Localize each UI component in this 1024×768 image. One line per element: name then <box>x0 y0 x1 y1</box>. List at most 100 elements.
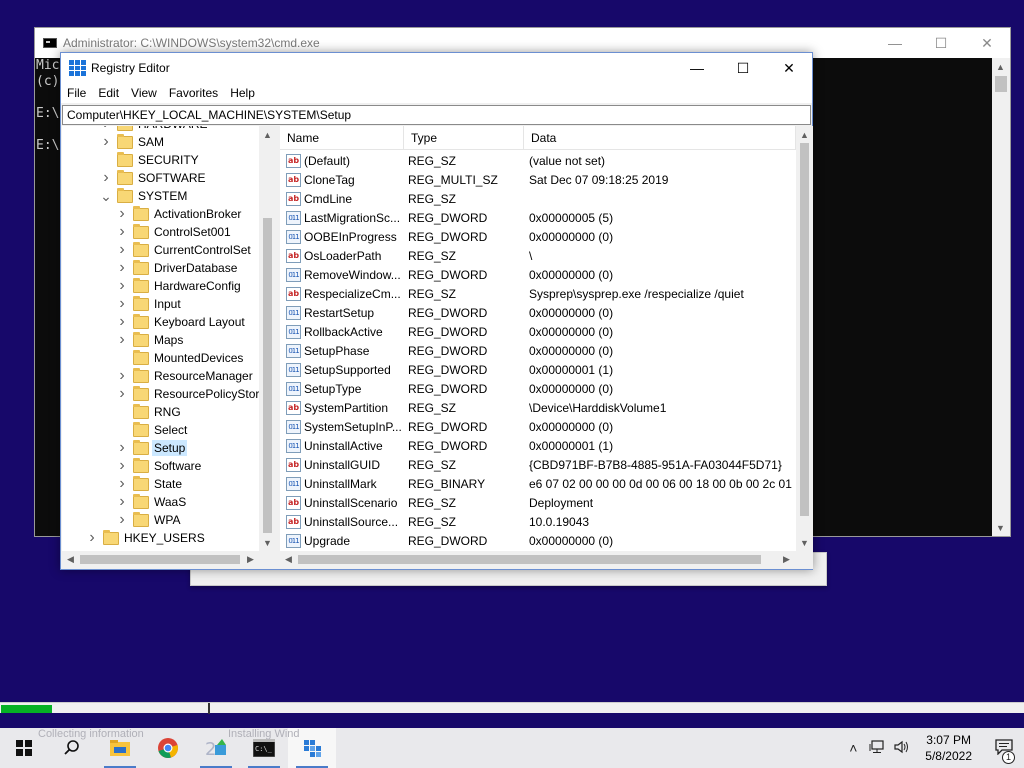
scroll-right-icon[interactable]: ▶ <box>778 551 795 568</box>
scroll-right-icon[interactable]: ▶ <box>242 551 259 568</box>
tree-item[interactable]: › SOFTWARE <box>100 169 208 187</box>
scroll-left-icon[interactable]: ◀ <box>280 551 297 568</box>
value-row[interactable]: 011 SetupType REG_DWORD 0x00000000 (0) <box>280 379 794 398</box>
chevron-right-icon[interactable]: › <box>116 259 128 277</box>
value-row[interactable]: ab OsLoaderPath REG_SZ \ <box>280 246 794 265</box>
tree-item[interactable]: › HARDWARE <box>100 126 210 133</box>
value-row[interactable]: 011 SystemSetupInP... REG_DWORD 0x00000000 … <box>280 417 794 436</box>
notification-center-button[interactable]: 1 <box>984 738 1024 764</box>
values-list[interactable]: Name Type Data ab (Default) REG_SZ (value n… <box>280 126 813 569</box>
tree-item[interactable]: › CurrentControlSet <box>116 241 253 259</box>
scroll-down-icon[interactable]: ▼ <box>992 519 1009 536</box>
value-row[interactable]: ab UninstallScenario REG_SZ Deployment <box>280 493 794 512</box>
volume-icon[interactable] <box>889 740 913 757</box>
address-bar[interactable]: Computer\HKEY_LOCAL_MACHINE\SYSTEM\Setup <box>62 105 811 125</box>
chevron-right-icon[interactable]: › <box>100 126 112 133</box>
tree-item[interactable]: › ActivationBroker <box>116 205 243 223</box>
clock[interactable]: 3:07 PM 5/8/2022 <box>913 732 984 764</box>
tree-item[interactable]: › SAM <box>100 133 166 151</box>
network-icon[interactable] <box>865 739 889 757</box>
registry-editor-window[interactable]: Registry Editor — ☐ ✕ File Edit View Fav… <box>60 52 813 570</box>
chevron-right-icon[interactable]: › <box>116 313 128 331</box>
tree-item[interactable]: › Keyboard Layout <box>116 313 247 331</box>
tree-item[interactable]: › State <box>116 475 184 493</box>
chevron-right-icon[interactable]: › <box>116 457 128 475</box>
scroll-up-icon[interactable]: ▲ <box>992 58 1009 75</box>
minimize-button[interactable]: — <box>872 28 918 58</box>
tree-item[interactable]: RNG <box>116 403 183 421</box>
chevron-right-icon[interactable]: › <box>116 511 128 529</box>
column-name[interactable]: Name <box>280 126 404 150</box>
value-row[interactable]: 011 SetupPhase REG_DWORD 0x00000000 (0) <box>280 341 794 360</box>
scroll-down-icon[interactable]: ▼ <box>796 534 813 551</box>
scroll-left-icon[interactable]: ◀ <box>62 551 79 568</box>
value-row[interactable]: 011 RemoveWindow... REG_DWORD 0x00000000 (0… <box>280 265 794 284</box>
value-row[interactable]: 011 RollbackActive REG_DWORD 0x00000000 (0) <box>280 322 794 341</box>
menu-view[interactable]: View <box>131 86 164 100</box>
scroll-down-icon[interactable]: ▼ <box>259 534 276 551</box>
tree-item[interactable]: › Maps <box>116 331 185 349</box>
list-vscrollbar[interactable]: ▲ ▼ <box>796 126 813 551</box>
value-row[interactable]: 011 Upgrade REG_DWORD 0x00000000 (0) <box>280 531 794 550</box>
tree-item[interactable]: › Software <box>116 457 203 475</box>
value-row[interactable]: 011 SetupSupported REG_DWORD 0x00000001 (1) <box>280 360 794 379</box>
chevron-right-icon[interactable]: › <box>116 295 128 313</box>
scrollbar-thumb[interactable] <box>298 555 761 564</box>
value-row[interactable]: 011 RestartSetup REG_DWORD 0x00000000 (0) <box>280 303 794 322</box>
close-button[interactable]: ✕ <box>766 53 812 83</box>
value-row[interactable]: 011 OOBEInProgress REG_DWORD 0x00000000 (0) <box>280 227 794 246</box>
chevron-right-icon[interactable]: › <box>86 529 98 547</box>
chevron-right-icon[interactable]: › <box>100 169 112 187</box>
chevron-right-icon[interactable]: › <box>116 367 128 385</box>
tree-item[interactable]: SECURITY <box>100 151 201 169</box>
value-row[interactable]: ab (Default) REG_SZ (value not set) <box>280 151 794 170</box>
menu-help[interactable]: Help <box>230 86 262 100</box>
chrome-button[interactable] <box>144 728 192 768</box>
tree-item[interactable]: › ResourceManager <box>116 367 255 385</box>
scroll-up-icon[interactable]: ▲ <box>796 126 813 143</box>
chevron-right-icon[interactable]: › <box>116 331 128 349</box>
maximize-button[interactable]: ☐ <box>918 28 964 58</box>
list-hscrollbar[interactable]: ◀ ▶ <box>280 551 813 569</box>
tree-item[interactable]: › Setup <box>116 439 188 457</box>
chevron-right-icon[interactable]: › <box>116 277 128 295</box>
value-row[interactable]: ab CmdLine REG_SZ <box>280 189 794 208</box>
value-row[interactable]: 011 LastMigrationSc... REG_DWORD 0x00000005… <box>280 208 794 227</box>
scrollbar-thumb[interactable] <box>263 218 272 533</box>
tree-hscrollbar[interactable]: ◀ ▶ <box>62 551 276 569</box>
tree-item[interactable]: › WPA <box>116 511 182 529</box>
chevron-right-icon[interactable]: › <box>116 439 128 457</box>
menu-favorites[interactable]: Favorites <box>169 86 225 100</box>
menu-edit[interactable]: Edit <box>98 86 126 100</box>
chevron-up-icon[interactable]: ˄ <box>841 740 865 756</box>
scrollbar-thumb[interactable] <box>995 76 1007 92</box>
chevron-right-icon[interactable]: › <box>100 133 112 151</box>
tree-item[interactable]: Select <box>116 421 189 439</box>
menu-file[interactable]: File <box>67 86 93 100</box>
tree-item[interactable]: ⌄ SYSTEM <box>100 187 189 205</box>
close-button[interactable]: ✕ <box>964 28 1010 58</box>
tree-item[interactable]: › HKEY_USERS <box>86 529 207 547</box>
tree-item[interactable]: › ControlSet001 <box>116 223 233 241</box>
tree-vscrollbar[interactable]: ▲ ▼ <box>259 126 276 551</box>
tree-item[interactable]: MountedDevices <box>116 349 245 367</box>
key-tree[interactable]: › HARDWARE › SAM SECURITY › SOFTWARE ⌄ SYSTEM › Ac… <box>62 126 276 569</box>
scrollbar-thumb[interactable] <box>80 555 240 564</box>
cmd-scrollbar[interactable]: ▲ ▼ <box>992 58 1010 536</box>
value-row[interactable]: ab UninstallSource... REG_SZ 10.0.19043 <box>280 512 794 531</box>
maximize-button[interactable]: ☐ <box>720 53 766 83</box>
tree-item[interactable]: › WaaS <box>116 493 188 511</box>
scrollbar-thumb[interactable] <box>800 143 809 516</box>
chevron-right-icon[interactable]: › <box>116 385 128 403</box>
chevron-right-icon[interactable]: › <box>116 241 128 259</box>
chevron-right-icon[interactable]: › <box>116 493 128 511</box>
value-row[interactable]: 011 UninstallMark REG_BINARY e6 07 02 00 00… <box>280 474 794 493</box>
chevron-right-icon[interactable]: › <box>116 205 128 223</box>
value-row[interactable]: ab CloneTag REG_MULTI_SZ Sat Dec 07 09:18:2… <box>280 170 794 189</box>
value-row[interactable]: ab UninstallGUID REG_SZ {CBD971BF-B7B8-4885… <box>280 455 794 474</box>
value-row[interactable]: ab RespecializeCm... REG_SZ Sysprep\sysprep… <box>280 284 794 303</box>
minimize-button[interactable]: — <box>674 53 720 83</box>
tree-item[interactable]: › HardwareConfig <box>116 277 243 295</box>
tree-item[interactable]: › ResourcePolicyStore <box>116 385 268 403</box>
chevron-right-icon[interactable]: › <box>116 475 128 493</box>
